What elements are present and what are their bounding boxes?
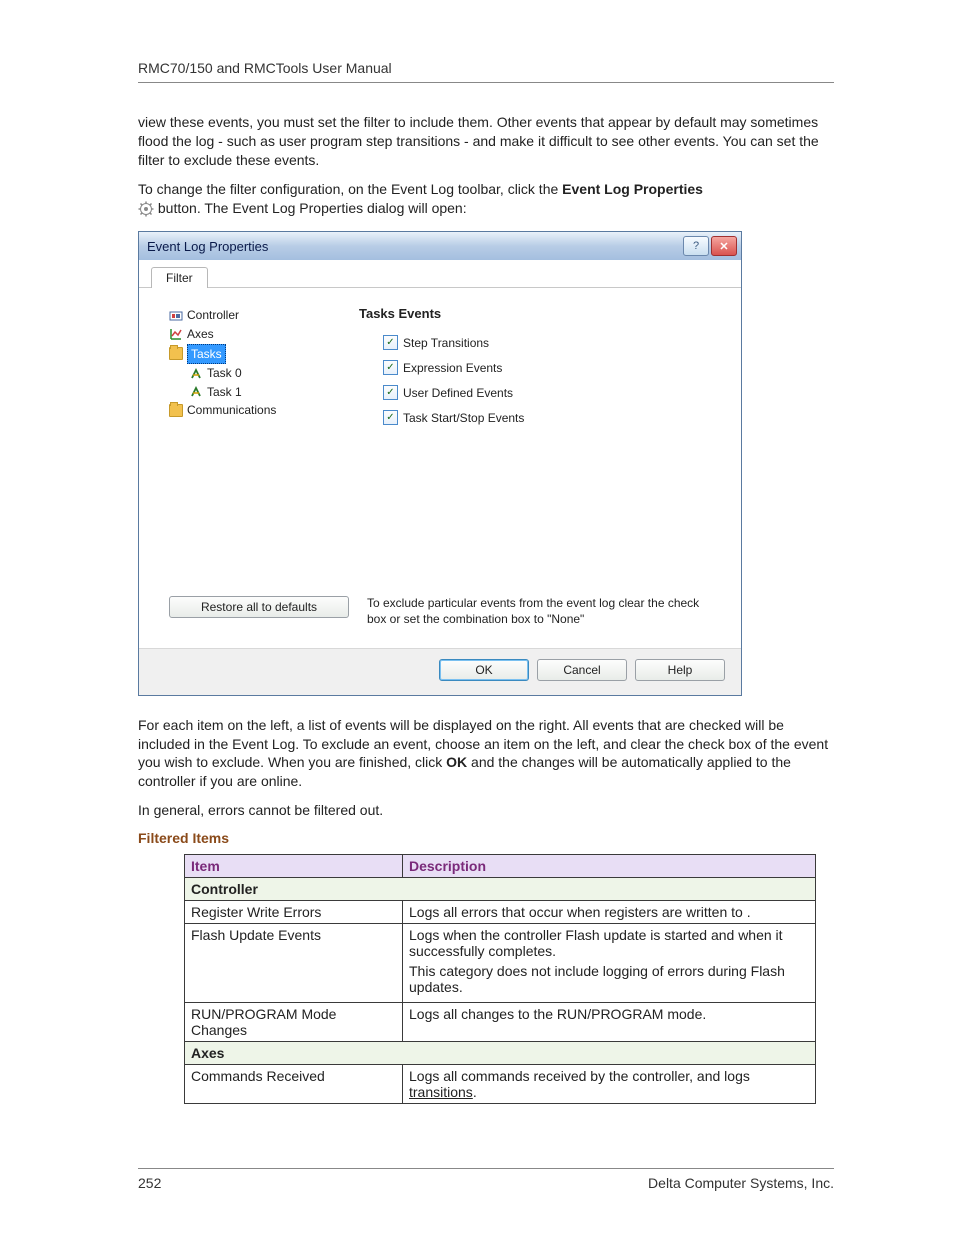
p2-text-a: To change the filter configuration, on t… [138, 181, 562, 197]
table-header-item: Item [185, 855, 403, 878]
link-transitions[interactable]: transitions [409, 1084, 473, 1100]
event-log-properties-dialog: Event Log Properties ? ✕ Filter Controll… [138, 231, 742, 695]
checkmark-icon: ✓ [383, 385, 398, 400]
cell-item: Commands Received [185, 1065, 403, 1104]
table-group-axes: Axes [185, 1042, 816, 1065]
errors-note: In general, errors cannot be filtered ou… [138, 801, 834, 820]
tree-comm-label: Communications [187, 401, 276, 420]
hint-text: To exclude particular events from the ev… [367, 596, 721, 627]
tab-strip: Filter [139, 260, 741, 288]
table-row: RUN/PROGRAM Mode Changes Logs all change… [185, 1003, 816, 1042]
checkbox-label: Expression Events [403, 361, 502, 375]
tree-controller[interactable]: Controller [169, 306, 359, 325]
post-dialog-paragraph: For each item on the left, a list of eve… [138, 716, 834, 792]
tree-task1[interactable]: Task 1 [189, 383, 359, 402]
desc-text-a: Logs all commands received by the contro… [409, 1068, 750, 1084]
event-options-pane: Tasks Events ✓ Step Transitions ✓ Expres… [359, 306, 721, 586]
close-icon[interactable]: ✕ [711, 236, 737, 256]
cell-item: RUN/PROGRAM Mode Changes [185, 1003, 403, 1042]
desc-text-c: . [473, 1084, 477, 1100]
desc-line: Logs when the controller Flash update is… [409, 927, 809, 959]
cell-item: Flash Update Events [185, 924, 403, 1003]
restore-defaults-button[interactable]: Restore all to defaults [169, 596, 349, 618]
table-row: Flash Update Events Logs when the contro… [185, 924, 816, 1003]
table-header-desc: Description [403, 855, 816, 878]
desc-line: This category does not include logging o… [409, 963, 809, 995]
intro-paragraph-1: view these events, you must set the filt… [138, 113, 834, 170]
footer-rule [138, 1168, 834, 1169]
intro-paragraph-2: To change the filter configuration, on t… [138, 180, 834, 218]
tree-task1-label: Task 1 [207, 383, 242, 402]
checkbox-step-transitions[interactable]: ✓ Step Transitions [383, 335, 721, 350]
cancel-button[interactable]: Cancel [537, 659, 627, 681]
folder-icon [169, 404, 183, 418]
p3-bold: OK [446, 754, 467, 770]
filtered-items-table: Item Description Controller Register Wri… [184, 854, 816, 1104]
gear-icon [138, 201, 154, 217]
tree-communications[interactable]: Communications [169, 401, 359, 420]
p2-bold: Event Log Properties [562, 181, 703, 197]
checkmark-icon: ✓ [383, 360, 398, 375]
help-button[interactable]: Help [635, 659, 725, 681]
dialog-titlebar: Event Log Properties ? ✕ [139, 232, 741, 260]
tree-tasks[interactable]: Tasks [169, 344, 359, 365]
checkbox-label: Task Start/Stop Events [403, 411, 524, 425]
task-icon [189, 385, 203, 399]
table-row: Register Write Errors Logs all errors th… [185, 901, 816, 924]
help-button-icon[interactable]: ? [683, 236, 709, 256]
controller-icon [169, 309, 183, 323]
checkbox-label: Step Transitions [403, 336, 489, 350]
group-label: Controller [185, 878, 816, 901]
page-number: 252 [138, 1175, 161, 1191]
dialog-button-row: OK Cancel Help [139, 648, 741, 695]
filtered-items-heading: Filtered Items [138, 830, 834, 846]
dialog-title: Event Log Properties [147, 239, 681, 254]
tree-axes-label: Axes [187, 325, 214, 344]
ok-button[interactable]: OK [439, 659, 529, 681]
table-group-controller: Controller [185, 878, 816, 901]
checkmark-icon: ✓ [383, 335, 398, 350]
cell-item: Register Write Errors [185, 901, 403, 924]
tab-filter[interactable]: Filter [151, 267, 208, 288]
folder-open-icon [169, 347, 183, 361]
task-icon [189, 367, 203, 381]
cell-desc: Logs all changes to the RUN/PROGRAM mode… [403, 1003, 816, 1042]
checkbox-label: User Defined Events [403, 386, 513, 400]
table-row: Commands Received Logs all commands rece… [185, 1065, 816, 1104]
footer-company: Delta Computer Systems, Inc. [648, 1175, 834, 1191]
axes-icon [169, 327, 183, 341]
cell-desc: Logs when the controller Flash update is… [403, 924, 816, 1003]
p2-text-c: button. The Event Log Properties dialog … [158, 200, 467, 216]
checkbox-task-startstop-events[interactable]: ✓ Task Start/Stop Events [383, 410, 721, 425]
tree-task0-label: Task 0 [207, 364, 242, 383]
checkmark-icon: ✓ [383, 410, 398, 425]
page-footer: 252 Delta Computer Systems, Inc. [138, 1168, 834, 1191]
category-tree[interactable]: Controller Axes Tasks Task 0 [169, 306, 359, 586]
header-rule [138, 82, 834, 83]
tree-task0[interactable]: Task 0 [189, 364, 359, 383]
group-label: Axes [185, 1042, 816, 1065]
cell-desc: Logs all errors that occur when register… [403, 901, 816, 924]
tree-tasks-label: Tasks [187, 344, 226, 365]
tree-controller-label: Controller [187, 306, 239, 325]
tree-axes[interactable]: Axes [169, 325, 359, 344]
page-header: RMC70/150 and RMCTools User Manual [138, 60, 834, 76]
cell-desc: Logs all commands received by the contro… [403, 1065, 816, 1104]
checkbox-expression-events[interactable]: ✓ Expression Events [383, 360, 721, 375]
pane-heading: Tasks Events [359, 306, 721, 321]
checkbox-user-defined-events[interactable]: ✓ User Defined Events [383, 385, 721, 400]
